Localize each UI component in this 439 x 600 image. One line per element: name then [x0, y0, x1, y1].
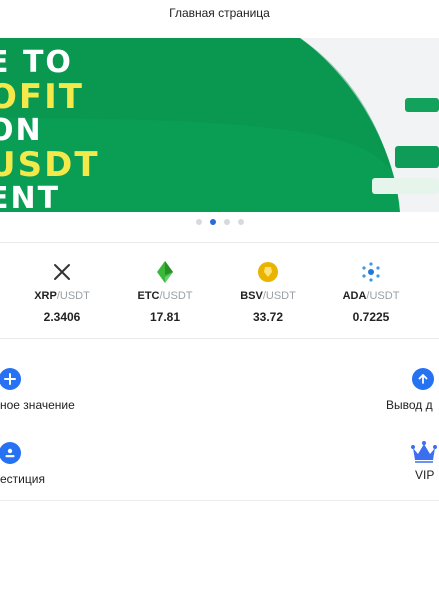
deposit-label[interactable]: ное значение: [0, 398, 75, 412]
banner-line-5: ENT: [0, 181, 61, 213]
ada-icon: [360, 260, 382, 284]
ticker-ada[interactable]: ADA/USDT 0.7225: [326, 260, 416, 324]
page-header: Главная страница: [0, 0, 439, 26]
ticker-price: 2.3406: [43, 310, 81, 324]
carousel-dot-active[interactable]: [209, 219, 216, 225]
crown-icon: [411, 441, 437, 463]
ticker-pair: ETC/USDT: [137, 290, 193, 302]
carousel-dot[interactable]: [237, 219, 244, 225]
arrow-up-icon: [418, 374, 428, 384]
vip-button[interactable]: [410, 440, 438, 466]
ticker-price: 17.81: [149, 310, 181, 324]
banner-line-2: OFIT: [0, 77, 84, 117]
plus-icon: [4, 373, 16, 385]
divider: [0, 242, 439, 243]
ticker-etc[interactable]: ETC/USDT 17.81: [120, 260, 210, 324]
ticker-pair: ADA/USDT: [342, 290, 400, 302]
ticker-price: 0.7225: [352, 310, 390, 324]
ticker-bsv[interactable]: BSV/USDT 33.72: [223, 260, 313, 324]
invest-label[interactable]: естиция: [0, 472, 45, 486]
carousel-dot[interactable]: [223, 219, 230, 225]
invest-button[interactable]: [0, 442, 21, 464]
bsv-icon: [256, 260, 280, 284]
carousel-dot[interactable]: [195, 219, 202, 225]
ticker-xrp[interactable]: XRP/USDT 2.3406: [17, 260, 107, 324]
invest-icon: [5, 448, 15, 458]
divider: [0, 338, 439, 339]
banner-headline: E TO OFIT ON USDT ENT: [0, 45, 100, 213]
banner-line-3: ON: [0, 113, 43, 148]
page-title: Главная страница: [169, 6, 270, 20]
withdraw-button[interactable]: [412, 368, 434, 390]
ticker-pair: XRP/USDT: [34, 290, 90, 302]
ticker-price: 33.72: [252, 310, 284, 324]
withdraw-label[interactable]: Вывод д: [386, 398, 433, 412]
xrp-icon: [51, 260, 73, 284]
etc-icon: [154, 260, 176, 284]
banner-line-1: E TO: [0, 45, 73, 80]
ticker-pair: BSV/USDT: [240, 290, 296, 302]
carousel-indicator: [0, 219, 439, 225]
promo-banner[interactable]: E TO OFIT ON USDT ENT: [0, 38, 439, 212]
divider: [0, 500, 439, 501]
deposit-button[interactable]: [0, 368, 21, 390]
vip-label[interactable]: VIP: [415, 468, 434, 482]
banner-line-4: USDT: [0, 145, 100, 185]
